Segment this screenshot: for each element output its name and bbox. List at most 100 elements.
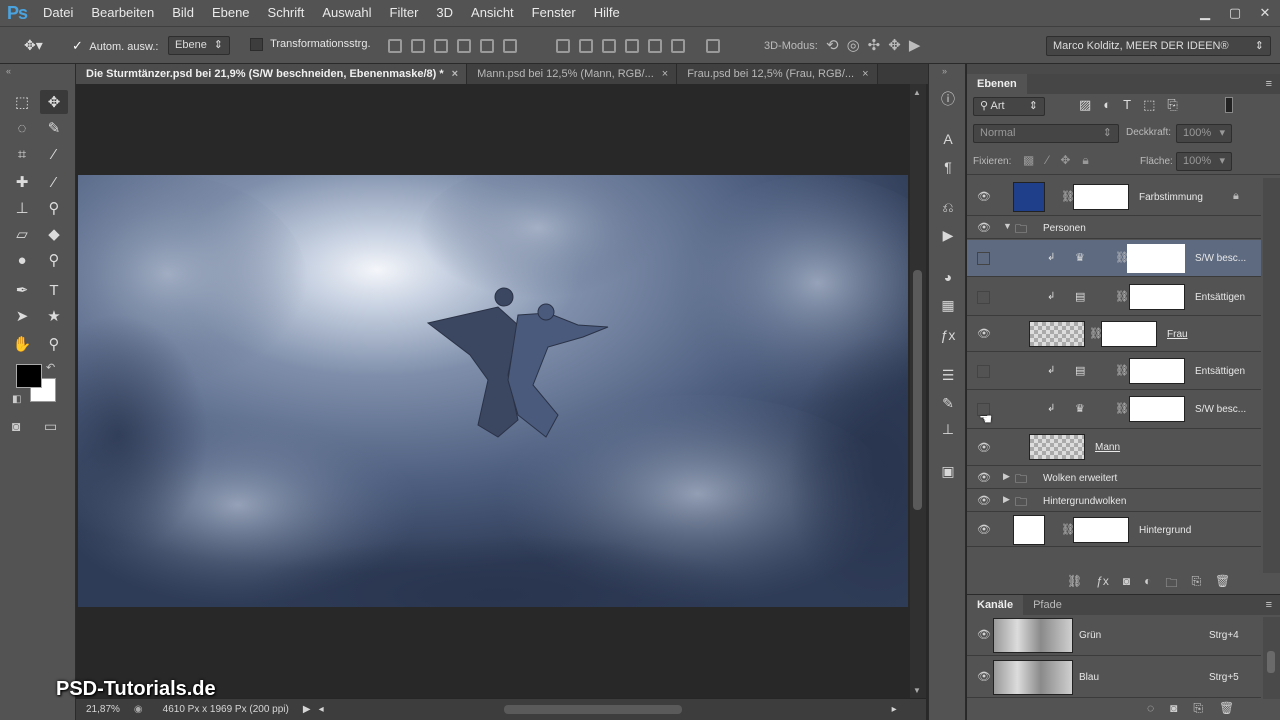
distribute-top-icon[interactable] — [556, 39, 570, 53]
scroll-right-icon[interactable]: ▸ — [892, 704, 897, 715]
pan-3d-icon[interactable]: ✣ — [868, 36, 881, 54]
character-icon[interactable]: A — [937, 128, 959, 150]
healing-tool-icon[interactable]: ✚ — [8, 170, 36, 194]
maximize-icon[interactable]: ▢ — [1220, 2, 1250, 24]
visibility-box[interactable] — [977, 365, 990, 378]
save-selection-icon[interactable]: ◙ — [1170, 701, 1177, 716]
vertical-scrollbar[interactable]: ▲ ▼ — [910, 84, 926, 698]
zoom-level[interactable]: 21,87% — [86, 704, 120, 715]
eye-icon[interactable]: 👁︎ — [977, 630, 991, 641]
layer-row[interactable]: 👁︎ ⛓︎ Farbstimmung 🔒︎ — [967, 178, 1261, 216]
align-bottom-icon[interactable] — [434, 39, 448, 53]
pen-tool-icon[interactable]: ✒ — [8, 278, 36, 302]
styles-icon[interactable]: ƒx — [937, 324, 959, 346]
swatches-icon[interactable]: ▦ — [937, 294, 959, 316]
roll-3d-icon[interactable]: ◎ — [847, 36, 860, 54]
channel-row[interactable]: 👁︎ Grün Strg+4 — [967, 615, 1261, 656]
link-layers-icon[interactable]: ⛓︎ — [1067, 574, 1082, 595]
history-icon[interactable]: ⎌ — [937, 196, 959, 218]
type-tool-icon[interactable]: T — [40, 278, 68, 302]
shape-tool-icon[interactable]: ★ — [40, 304, 68, 328]
tab-pfade[interactable]: Pfade — [1023, 595, 1072, 615]
align-top-icon[interactable] — [388, 39, 402, 53]
brush-presets-icon[interactable]: ✎ — [937, 392, 959, 414]
default-colors-icon[interactable]: ◧ — [12, 394, 21, 405]
collapse-icon[interactable]: » — [942, 66, 947, 76]
eye-icon[interactable]: 👁︎ — [977, 329, 991, 340]
align-right-icon[interactable] — [503, 39, 517, 53]
menu-3d[interactable]: 3D — [427, 0, 462, 26]
path-select-tool-icon[interactable]: ➤ — [8, 304, 36, 328]
lock-transparent-icon[interactable]: ▩ — [1023, 153, 1034, 168]
menu-fenster[interactable]: Fenster — [523, 0, 585, 26]
collapse-icon[interactable]: « — [6, 66, 11, 76]
close-tab-icon[interactable]: × — [862, 68, 868, 80]
layer-row-selected[interactable]: ↲ ♛ ⛓︎ S/W besc... — [967, 240, 1261, 277]
status-menu-icon[interactable]: ▶ — [303, 704, 311, 715]
menu-auswahl[interactable]: Auswahl — [313, 0, 380, 26]
menu-bild[interactable]: Bild — [163, 0, 203, 26]
distribute-hcenter-icon[interactable] — [648, 39, 662, 53]
align-left-icon[interactable] — [457, 39, 471, 53]
filter-pixel-icon[interactable]: ▨ — [1079, 97, 1091, 113]
trash-icon[interactable]: 🗑︎ — [1219, 701, 1234, 716]
swap-colors-icon[interactable]: ↶ — [46, 361, 55, 374]
filter-shape-icon[interactable]: ⬚ — [1143, 97, 1155, 113]
move-tool-icon[interactable]: ✥ — [40, 90, 68, 114]
eye-icon[interactable]: 👁︎ — [977, 443, 991, 454]
zoom-tool-icon[interactable]: ⚲ — [40, 332, 68, 356]
lock-pixels-icon[interactable]: ⁄ — [1046, 153, 1048, 168]
checkmark-icon[interactable]: ✓ — [72, 38, 83, 53]
visibility-box[interactable] — [977, 291, 990, 304]
layer-group-row[interactable]: 👁︎ ▼ 🗀 Personen — [967, 217, 1261, 239]
chevron-down-icon[interactable]: ▼ — [1003, 221, 1012, 231]
tab-frau[interactable]: Frau.psd bei 12,5% (Frau, RGB/... × — [677, 64, 878, 84]
screen-mode-icon[interactable]: ▭ — [44, 418, 57, 435]
filter-toggle[interactable] — [1225, 97, 1233, 113]
stamp-tool-icon[interactable]: ⊥ — [8, 196, 36, 220]
scroll-up-icon[interactable]: ▲ — [913, 88, 921, 97]
history-brush-tool-icon[interactable]: ⚲ — [40, 196, 68, 220]
tab-ebenen[interactable]: Ebenen — [967, 74, 1027, 94]
channel-row[interactable]: 👁︎ Blau Strg+5 — [967, 657, 1261, 698]
distribute-left-icon[interactable] — [625, 39, 639, 53]
close-icon[interactable]: ✕ — [1250, 2, 1280, 24]
chevron-right-icon[interactable]: ▶ — [1003, 494, 1010, 505]
close-tab-icon[interactable]: × — [662, 68, 668, 80]
layer-row[interactable]: 👁︎ Mann — [967, 430, 1261, 466]
slide-3d-icon[interactable]: ✥ — [888, 36, 901, 54]
adjustments-icon[interactable]: ☰ — [937, 364, 959, 386]
scroll-down-icon[interactable]: ▼ — [913, 686, 921, 695]
align-hcenter-icon[interactable] — [480, 39, 494, 53]
menu-hilfe[interactable]: Hilfe — [585, 0, 629, 26]
eyedropper-tool-icon[interactable]: ⁄ — [40, 142, 68, 166]
lock-position-icon[interactable]: ✥ — [1060, 153, 1070, 168]
clone-source-icon[interactable]: ⊥ — [937, 418, 959, 440]
fill-field[interactable]: 100% ▾ — [1176, 152, 1232, 171]
menu-ansicht[interactable]: Ansicht — [462, 0, 523, 26]
new-group-icon[interactable]: 🗀 — [1165, 574, 1177, 595]
filter-adjustment-icon[interactable]: ◐ — [1103, 97, 1111, 113]
layer-row[interactable]: 👁︎ ⛓︎ Hintergrund — [967, 513, 1261, 547]
menu-ebene[interactable]: Ebene — [203, 0, 259, 26]
distribute-right-icon[interactable] — [671, 39, 685, 53]
tab-mann[interactable]: Mann.psd bei 12,5% (Mann, RGB/... × — [467, 64, 678, 84]
3d-icon[interactable]: ▣ — [937, 460, 959, 482]
lasso-tool-icon[interactable]: ◌ — [8, 116, 36, 140]
horizontal-scroll-thumb[interactable] — [503, 705, 682, 714]
opacity-field[interactable]: 100% ▾ — [1176, 124, 1232, 143]
crop-tool-icon[interactable]: ⌗ — [8, 142, 36, 166]
menu-bearbeiten[interactable]: Bearbeiten — [82, 0, 163, 26]
menu-filter[interactable]: Filter — [381, 0, 428, 26]
layer-row[interactable]: 👁︎ ⛓︎ Frau — [967, 317, 1261, 352]
eye-icon[interactable]: 👁︎ — [977, 192, 991, 203]
move-tool-icon[interactable]: ✥▾ — [24, 37, 43, 54]
workspace-dropdown[interactable]: Marco Kolditz, MEER DER IDEEN® ⇕ — [1046, 36, 1271, 56]
layer-row[interactable]: ↲ ▤ ⛓︎ Entsättigen — [967, 278, 1261, 316]
filter-type-icon[interactable]: T — [1123, 97, 1131, 113]
auto-align-icon[interactable] — [706, 39, 720, 53]
distribute-bottom-icon[interactable] — [602, 39, 616, 53]
layers-scrollbar[interactable] — [1263, 178, 1280, 573]
actions-icon[interactable]: ▶ — [937, 224, 959, 246]
layer-filter-dropdown[interactable]: ⚲ Art ⇕ — [973, 97, 1045, 116]
